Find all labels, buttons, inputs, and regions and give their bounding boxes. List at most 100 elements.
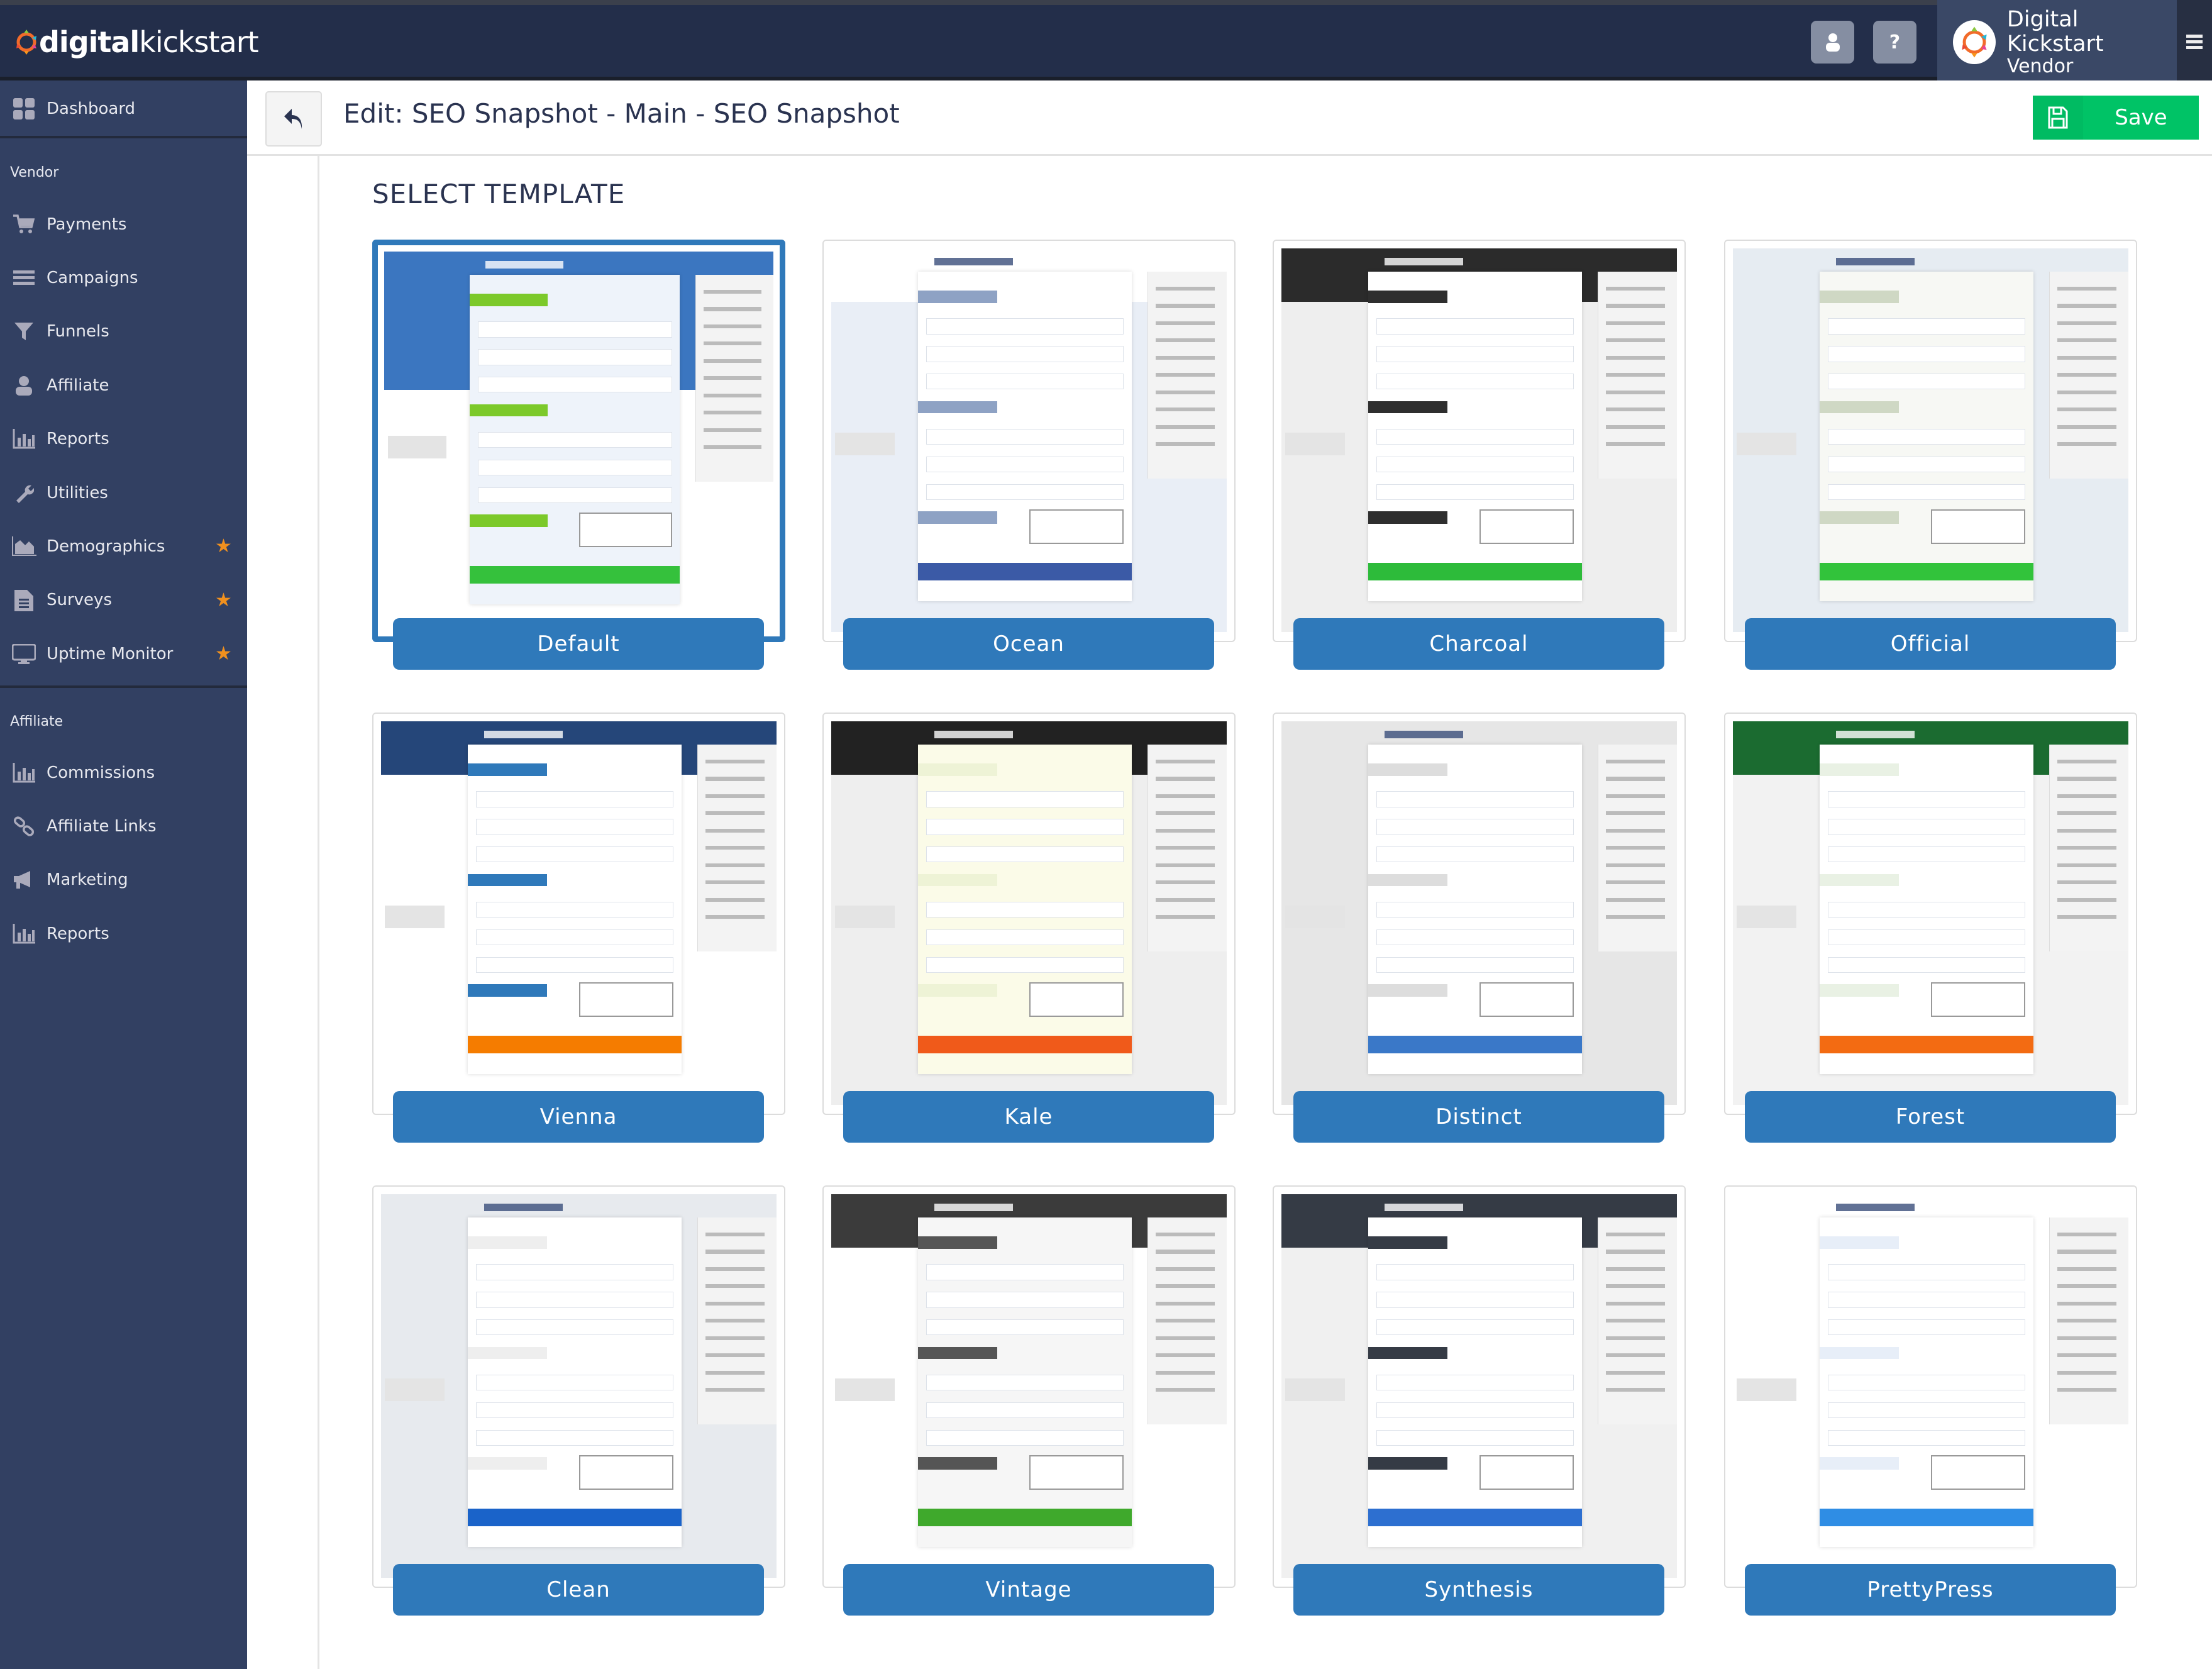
thumb-text-line <box>1605 1250 1666 1254</box>
sidebar-item-affiliate[interactable]: Affiliate <box>0 358 247 412</box>
thumb-input-field <box>1827 846 2026 863</box>
thumb-input-field <box>477 431 673 448</box>
thumb-text-line <box>705 828 765 833</box>
select-template-button[interactable]: PrettyPress <box>1745 1564 2116 1616</box>
profile-button[interactable] <box>1811 21 1854 64</box>
thumb-text-line <box>705 794 765 798</box>
select-template-button[interactable]: Kale <box>843 1091 1214 1143</box>
sidebar-item-marketing[interactable]: Marketing <box>0 853 247 907</box>
select-template-button[interactable]: Default <box>393 618 764 670</box>
thumb-text-line <box>1605 304 1666 308</box>
thumb-input-field <box>926 1291 1124 1308</box>
template-card-charcoal[interactable]: Charcoal <box>1273 240 1686 670</box>
digitalkickstart-logo[interactable]: digital kickstart <box>14 20 259 64</box>
template-card-ocean[interactable]: Ocean <box>822 240 1236 670</box>
thumb-text-line <box>1605 1301 1666 1306</box>
back-button[interactable] <box>265 91 322 147</box>
template-preview-image <box>1733 1194 2128 1578</box>
thumb-logo-bar <box>1835 1204 1915 1212</box>
template-card-prettypress[interactable]: PrettyPress <box>1724 1185 2137 1616</box>
template-card-official[interactable]: Official <box>1724 240 2137 670</box>
link-icon <box>11 815 36 838</box>
sidebar-item-label: Payments <box>47 214 127 234</box>
select-template-button[interactable]: Forest <box>1745 1091 2116 1143</box>
thumb-order-summary <box>1479 982 1574 1017</box>
template-card-distinct[interactable]: Distinct <box>1273 713 1686 1143</box>
template-card-clean[interactable]: Clean <box>372 1185 785 1616</box>
template-card-forest[interactable]: Forest <box>1724 713 2137 1143</box>
thumb-input-field <box>1827 318 2026 335</box>
thumb-section-label <box>918 984 998 997</box>
thumb-section-label <box>468 763 548 776</box>
template-card-synthesis[interactable]: Synthesis <box>1273 1185 1686 1616</box>
select-template-button[interactable]: Vintage <box>843 1564 1214 1616</box>
template-card-vintage[interactable]: Vintage <box>822 1185 1236 1616</box>
thumb-input-field <box>1376 318 1574 335</box>
thumb-text-line <box>1605 760 1666 764</box>
account-name: Digital Kickstart <box>2006 7 2104 57</box>
sidebar-item-dashboard[interactable]: Dashboard <box>0 80 247 137</box>
template-card-default[interactable]: Default <box>372 240 785 670</box>
sidebar-item-affiliate-links[interactable]: Affiliate Links <box>0 799 247 853</box>
hamburger-icon <box>2186 35 2203 49</box>
template-card-vienna[interactable]: Vienna <box>372 713 785 1143</box>
sidebar-item-reports[interactable]: Reports <box>0 907 247 960</box>
sidebar-item-label: Campaigns <box>47 268 138 287</box>
template-card-kale[interactable]: Kale <box>822 713 1236 1143</box>
sidebar-item-uptime-monitor[interactable]: Uptime Monitor ★ <box>0 627 247 680</box>
thumb-text-line <box>1155 1284 1215 1289</box>
sidebar-item-label: Demographics <box>47 536 165 556</box>
template-preview-image <box>384 252 773 635</box>
thumb-input-field <box>1827 345 2026 362</box>
help-button[interactable]: ? <box>1873 21 1916 64</box>
thumb-input-field <box>926 428 1124 445</box>
thumb-text-line <box>1155 373 1215 377</box>
select-template-button[interactable]: Clean <box>393 1564 764 1616</box>
account-panel[interactable]: Digital Kickstart Vendor <box>1937 0 2177 84</box>
thumb-section-label <box>1820 873 1900 887</box>
save-button[interactable]: Save <box>2033 96 2199 140</box>
thumb-section-label <box>468 873 548 887</box>
select-template-button[interactable]: Vienna <box>393 1091 764 1143</box>
thumb-input-field <box>477 321 673 338</box>
thumb-text-line <box>1155 777 1215 781</box>
thumb-text-line <box>1155 442 1215 446</box>
thumb-input-field <box>1827 956 2026 973</box>
thumb-section-label <box>918 511 998 524</box>
thumb-text-line <box>1605 442 1666 446</box>
thumb-text-line <box>1605 863 1666 867</box>
thumb-input-field <box>1376 345 1574 362</box>
thumb-section-label <box>468 984 548 997</box>
thumb-guarantee-badge <box>1737 432 1796 456</box>
sidebar-item-funnels[interactable]: Funnels <box>0 305 247 358</box>
select-template-button[interactable]: Synthesis <box>1293 1564 1664 1616</box>
menu-toggle-button[interactable] <box>2177 0 2212 84</box>
sidebar-item-commissions[interactable]: Commissions <box>0 746 247 799</box>
thumb-text-line <box>1155 846 1215 850</box>
thumb-text-line <box>2057 1353 2117 1358</box>
sidebar-item-demographics[interactable]: Demographics ★ <box>0 519 247 573</box>
select-template-button[interactable]: Charcoal <box>1293 618 1664 670</box>
sidebar-item-payments[interactable]: Payments <box>0 197 247 251</box>
thumb-input-field <box>926 956 1124 973</box>
thumb-text-line <box>1605 777 1666 781</box>
thumb-input-field <box>1827 791 2026 807</box>
thumb-input-field <box>1376 373 1574 390</box>
thumb-text-line <box>2057 1388 2117 1392</box>
select-template-button[interactable]: Distinct <box>1293 1091 1664 1143</box>
select-template-button[interactable]: Official <box>1745 618 2116 670</box>
sidebar-item-campaigns[interactable]: Campaigns <box>0 251 247 304</box>
sidebar-item-surveys[interactable]: Surveys ★ <box>0 574 247 627</box>
select-template-button[interactable]: Ocean <box>843 618 1214 670</box>
thumb-section-label <box>918 1346 998 1360</box>
thumb-text-line <box>2057 355 2117 360</box>
sidebar-item-utilities[interactable]: Utilities <box>0 466 247 519</box>
thumb-text-line <box>1155 1336 1215 1340</box>
account-avatar <box>1953 20 1996 64</box>
thumb-text-line <box>705 1284 765 1289</box>
sidebar-item-reports[interactable]: Reports <box>0 413 247 466</box>
sidebar: Dashboard Vendor Payments Campaigns Funnel… <box>0 80 247 1669</box>
thumb-input-field <box>477 348 673 365</box>
thumb-text-line <box>2057 863 2117 867</box>
thumb-section-label <box>1368 511 1448 524</box>
